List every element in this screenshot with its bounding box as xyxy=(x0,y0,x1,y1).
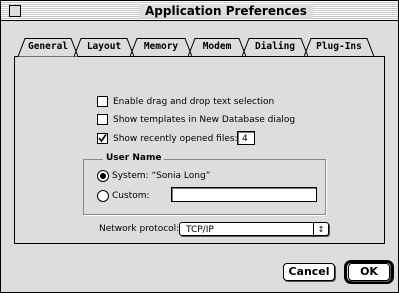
tab-layout-label: Layout xyxy=(86,41,122,52)
recent-files-count-input[interactable]: 4 xyxy=(237,131,255,145)
tab-modem-label: Modem xyxy=(202,41,232,52)
tab-plug-ins[interactable]: Plug-Ins xyxy=(304,38,374,57)
system-name-radio[interactable] xyxy=(97,170,109,182)
network-protocol-label: Network protocol: xyxy=(99,224,180,234)
network-protocol-popup[interactable]: TCP/IP ↕ xyxy=(179,222,329,237)
custom-name-radio[interactable] xyxy=(97,190,109,202)
window-title: Application Preferences xyxy=(139,4,313,18)
tab-panel xyxy=(14,56,385,244)
checkmark-icon xyxy=(98,134,107,143)
tab-dialing-label: Dialing xyxy=(254,41,296,52)
drag-drop-label: Enable drag and drop text selection xyxy=(113,97,275,107)
tab-layout[interactable]: Layout xyxy=(74,38,134,57)
tab-plug-ins-label: Plug-Ins xyxy=(316,41,362,52)
radio-selected-dot xyxy=(100,173,106,179)
tab-memory[interactable]: Memory xyxy=(130,38,192,57)
tab-dialing[interactable]: Dialing xyxy=(242,38,308,57)
close-box-icon[interactable] xyxy=(9,5,21,17)
popup-arrows-icon: ↕ xyxy=(313,223,328,237)
tab-memory-label: Memory xyxy=(143,41,179,52)
custom-name-label: Custom: xyxy=(112,191,150,201)
user-name-group-label: User Name xyxy=(103,152,165,164)
network-protocol-value: TCP/IP xyxy=(186,225,214,235)
ok-button[interactable]: OK xyxy=(348,263,390,281)
recent-files-label: Show recently opened files: xyxy=(113,134,238,144)
templates-label: Show templates in New Database dialog xyxy=(113,115,296,125)
system-name-label: System: “Sonia Long” xyxy=(112,171,211,181)
custom-name-input[interactable] xyxy=(171,187,317,202)
title-bar[interactable]: Application Preferences xyxy=(1,1,398,21)
cancel-button[interactable]: Cancel xyxy=(283,263,335,281)
tab-modem[interactable]: Modem xyxy=(188,38,246,57)
recent-files-checkbox[interactable] xyxy=(97,133,108,144)
tab-general[interactable]: General xyxy=(18,38,78,57)
tab-general-label: General xyxy=(27,41,69,52)
templates-checkbox[interactable] xyxy=(97,114,108,125)
drag-drop-checkbox[interactable] xyxy=(97,96,108,107)
